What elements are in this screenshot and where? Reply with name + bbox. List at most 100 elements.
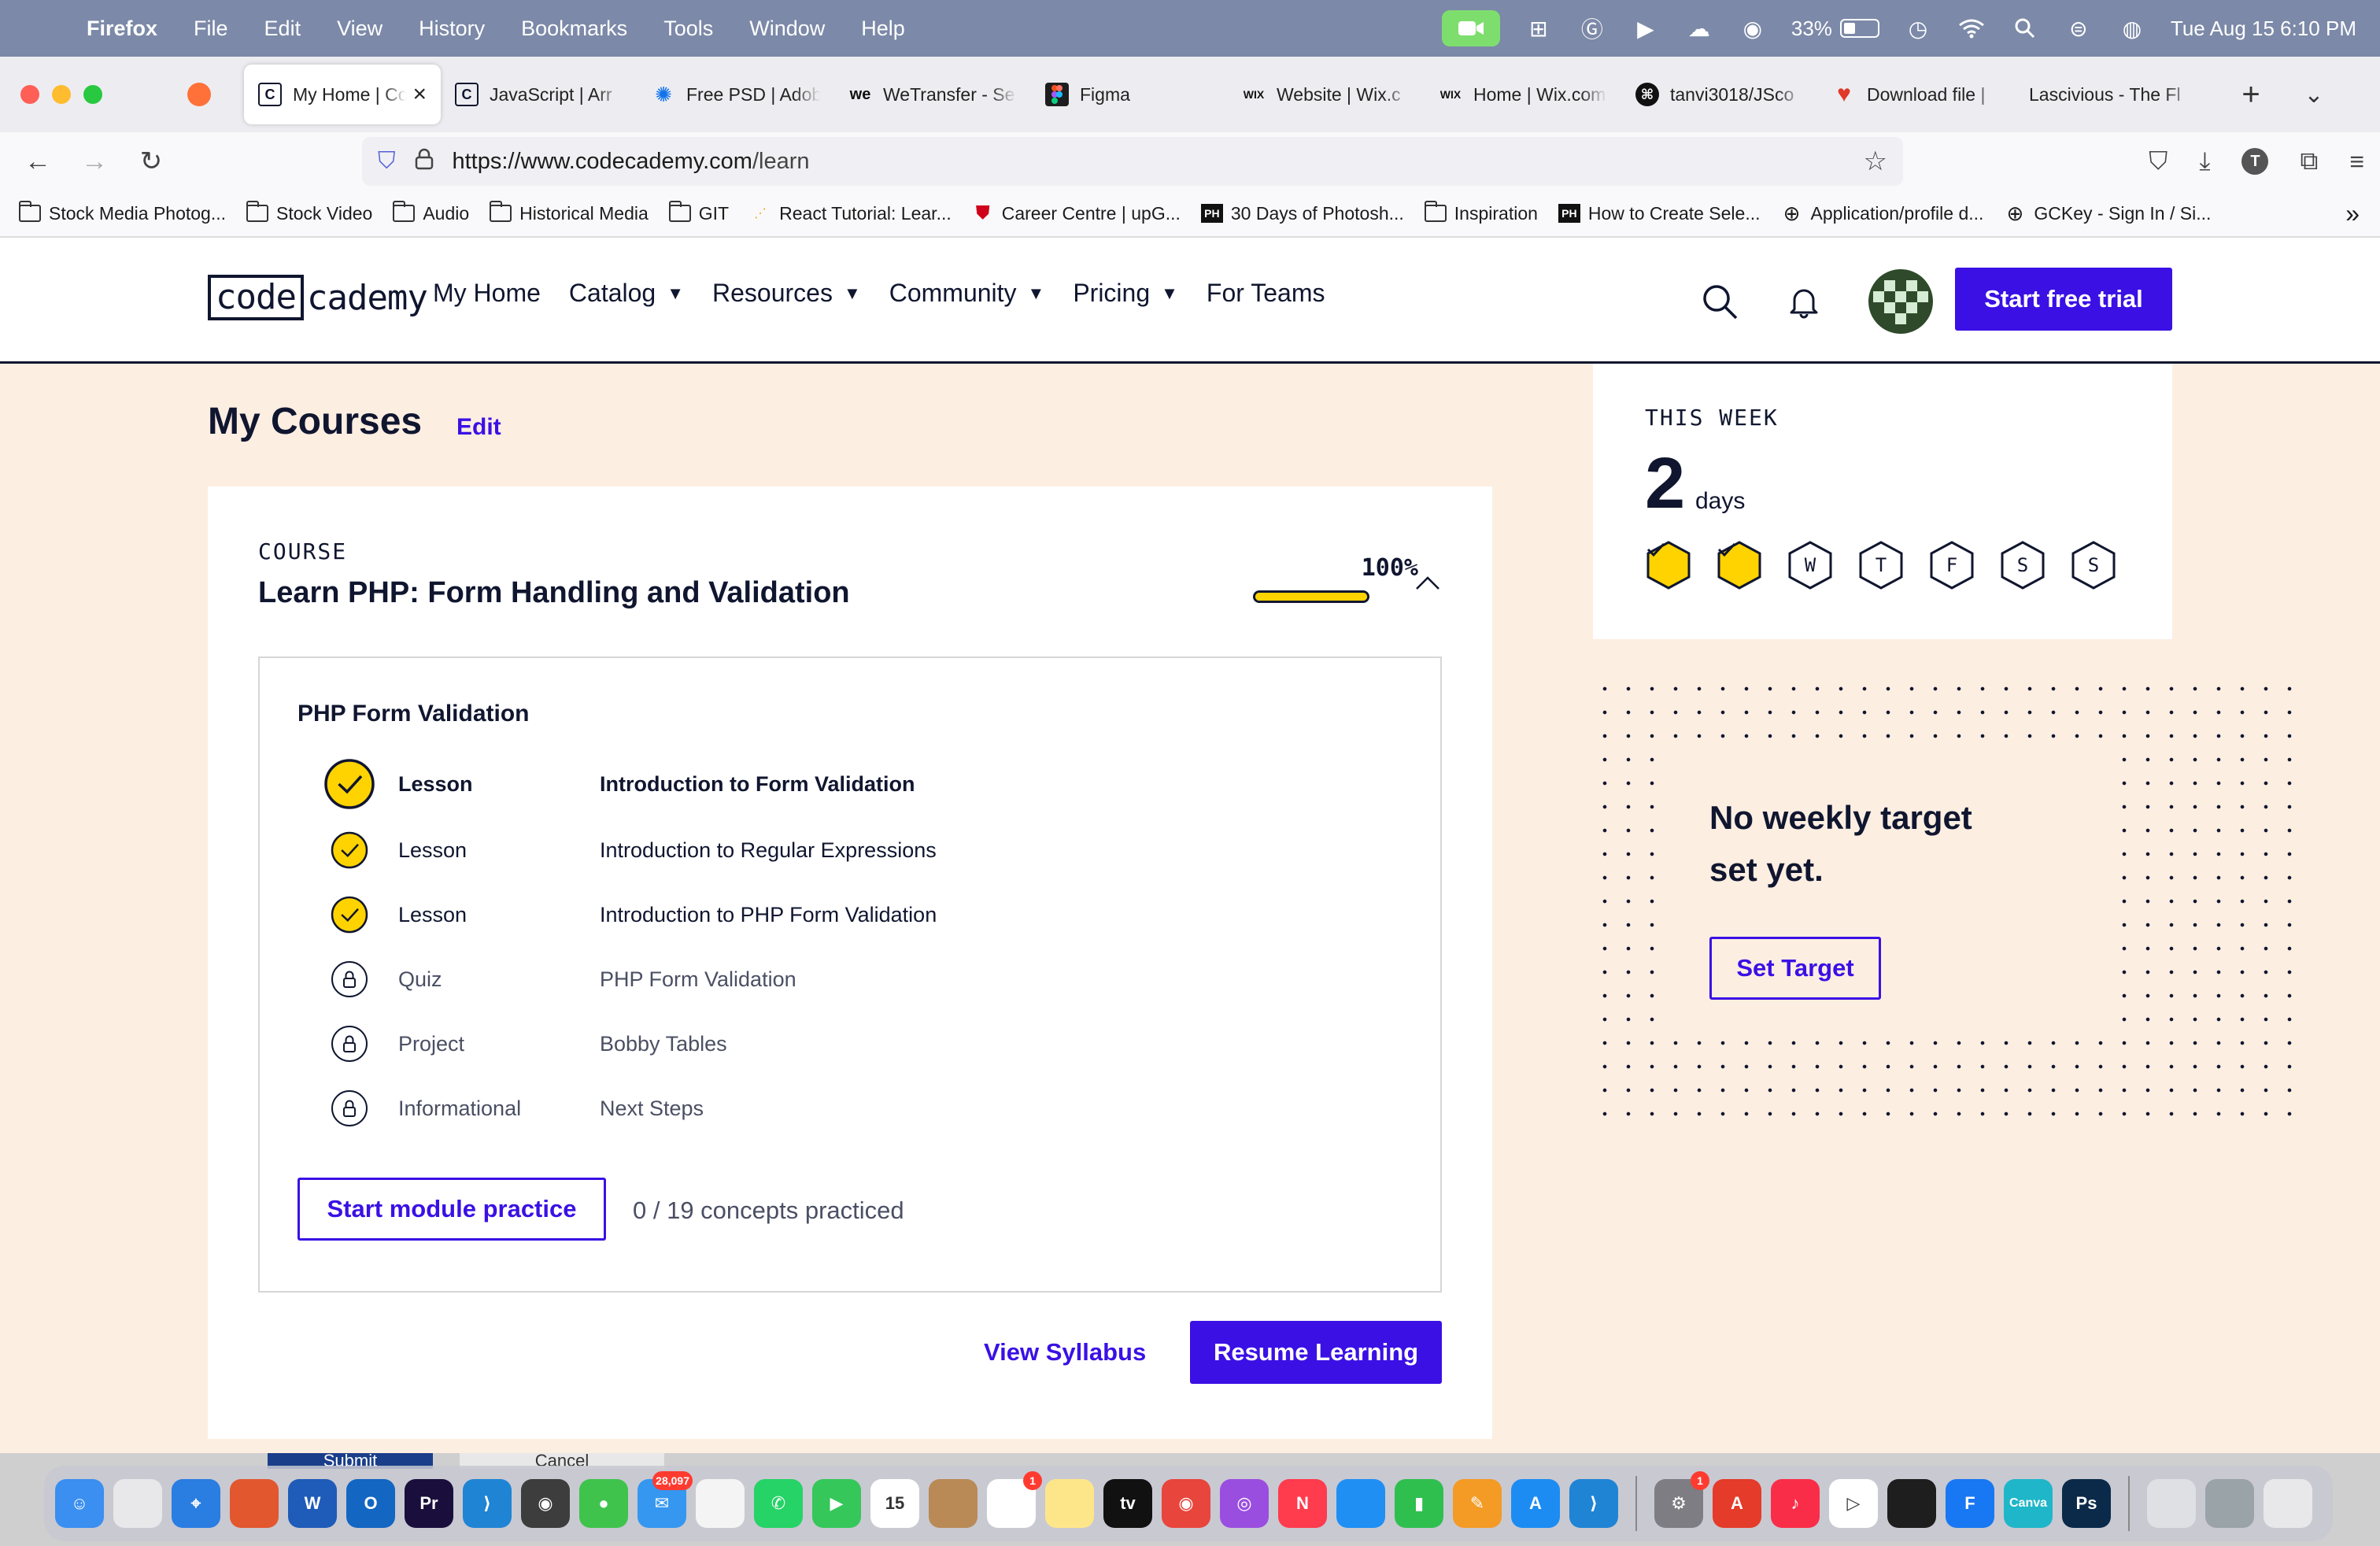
news-icon[interactable]: N: [1278, 1479, 1327, 1528]
tracking-shield-icon[interactable]: ⛉: [378, 148, 396, 175]
resume-learning-button[interactable]: Resume Learning: [1190, 1321, 1442, 1384]
codecademy-logo[interactable]: code cademy: [208, 274, 428, 321]
calendar-icon[interactable]: 15: [870, 1479, 919, 1528]
menu-history[interactable]: History: [419, 17, 485, 41]
bookmark-folder[interactable]: Audio: [393, 201, 469, 224]
notifications-bell-icon[interactable]: [1787, 284, 1821, 319]
tab-figma[interactable]: Figma: [1031, 65, 1228, 124]
bookmark-folder[interactable]: Stock Media Photog...: [19, 201, 226, 224]
tab-free-psd[interactable]: ✺ Free PSD | Adob: [638, 65, 834, 124]
bookmark-folder[interactable]: Stock Video: [246, 201, 372, 224]
extensions-icon[interactable]: ⧉: [2300, 146, 2318, 176]
bookmark-link[interactable]: ⊕ GCKey - Sign In / Si...: [2004, 202, 2212, 225]
account-avatar[interactable]: T: [2241, 148, 2269, 175]
premiere-icon[interactable]: Pr: [405, 1479, 453, 1528]
siri-icon[interactable]: ◍: [2117, 13, 2147, 43]
wifi-icon[interactable]: [1957, 13, 1986, 43]
nav-catalog[interactable]: Catalog ▼: [569, 279, 684, 308]
launchpad-icon[interactable]: [113, 1479, 162, 1528]
system-settings-icon[interactable]: ⚙ 1: [1654, 1471, 1709, 1528]
menu-window[interactable]: Window: [749, 17, 825, 41]
tab-wix-website[interactable]: WIX Website | Wix.c: [1228, 65, 1425, 124]
keynote-icon[interactable]: [1336, 1479, 1385, 1528]
bookmark-link[interactable]: PH How to Create Sele...: [1558, 203, 1761, 224]
tab-download-file[interactable]: ♥ Download file |: [1818, 65, 2015, 124]
downloads-stack-icon[interactable]: [2147, 1479, 2196, 1528]
lesson-row[interactable]: Lesson Introduction to Form Validation: [324, 759, 1347, 809]
bookmarks-overflow-icon[interactable]: »: [2345, 199, 2360, 228]
control-center-icon[interactable]: ⊜: [2064, 13, 2094, 43]
new-tab-icon[interactable]: +: [2227, 77, 2275, 113]
edit-courses-link[interactable]: Edit: [456, 414, 501, 441]
facetime-status-icon[interactable]: [1441, 10, 1500, 46]
lesson-row[interactable]: Lesson Introduction to Regular Expression…: [324, 827, 1347, 874]
figma-icon[interactable]: [1887, 1479, 1936, 1528]
firefox-icon[interactable]: [230, 1479, 279, 1528]
course-title[interactable]: Learn PHP: Form Handling and Validation: [258, 576, 850, 610]
lock-icon[interactable]: [415, 148, 434, 176]
tab-github[interactable]: ⌘ tanvi3018/JSco: [1621, 65, 1818, 124]
icloud-icon[interactable]: ☁: [1684, 13, 1714, 43]
tab-pinned-firefox[interactable]: [173, 65, 244, 124]
chevron-up-icon[interactable]: [1412, 567, 1443, 598]
minimize-window-button[interactable]: [52, 85, 71, 104]
bookmark-star-icon[interactable]: ☆: [1864, 146, 1887, 177]
bookmark-link[interactable]: PH 30 Days of Photosh...: [1200, 203, 1404, 224]
tab-wetransfer[interactable]: we WeTransfer - Se: [834, 65, 1031, 124]
search-icon[interactable]: [1700, 282, 1739, 321]
start-free-trial-button[interactable]: Start free trial: [1955, 268, 2172, 331]
nav-resources[interactable]: Resources ▼: [712, 279, 861, 308]
contacts-icon[interactable]: [929, 1479, 978, 1528]
nav-my-home[interactable]: My Home: [433, 279, 541, 308]
start-module-practice-button[interactable]: Start module practice: [298, 1178, 606, 1241]
menu-file[interactable]: File: [194, 17, 228, 41]
downloads-icon[interactable]: ⤓: [2199, 146, 2210, 176]
view-syllabus-link[interactable]: View Syllabus: [984, 1338, 1146, 1367]
photos-icon[interactable]: [696, 1479, 745, 1528]
whatsapp-icon[interactable]: ✆: [754, 1479, 803, 1528]
vpn-icon[interactable]: ◉: [1738, 13, 1768, 43]
bookmark-link[interactable]: ⛊ Career Centre | upG...: [972, 202, 1181, 224]
photoshop-icon[interactable]: Ps: [2062, 1479, 2111, 1528]
reminders-icon[interactable]: 1: [987, 1471, 1042, 1528]
menu-edit[interactable]: Edit: [264, 17, 301, 41]
screen-record-icon[interactable]: ▶: [1631, 13, 1661, 43]
menu-view[interactable]: View: [337, 17, 382, 41]
tab-lascivious[interactable]: Lascivious - The Fl: [2015, 65, 2212, 124]
nav-community[interactable]: Community ▼: [889, 279, 1045, 308]
zoom-window-button[interactable]: [83, 85, 102, 104]
screenshot-icon[interactable]: ◉: [521, 1479, 570, 1528]
lesson-row[interactable]: Project Bobby Tables: [324, 1020, 1347, 1067]
safari-icon[interactable]: ⌖: [172, 1479, 220, 1528]
finder-icon[interactable]: ☺: [55, 1479, 104, 1528]
infuse-icon[interactable]: ▷: [1829, 1479, 1878, 1528]
close-tab-icon[interactable]: ×: [412, 81, 427, 108]
lesson-row[interactable]: Informational Next Steps: [324, 1085, 1347, 1132]
acrobat-icon[interactable]: A: [1713, 1479, 1761, 1528]
vscode-icon[interactable]: ⟩: [463, 1479, 512, 1528]
appletv-icon[interactable]: tv: [1103, 1479, 1152, 1528]
address-bar[interactable]: ⛉ https://www.codecademy.com /learn ☆: [362, 137, 1903, 186]
trash-icon[interactable]: [2264, 1479, 2312, 1528]
pocket-icon[interactable]: ⛉: [2149, 146, 2168, 176]
tab-my-home[interactable]: C My Home | Codecademy ×: [244, 65, 441, 124]
grammar-g-icon[interactable]: Ⓖ: [1577, 13, 1607, 43]
music-icon[interactable]: ♪: [1771, 1479, 1820, 1528]
forward-arrow-icon[interactable]: →: [66, 146, 123, 177]
lesson-row[interactable]: Lesson Introduction to PHP Form Validatio…: [324, 891, 1347, 938]
menu-tools[interactable]: Tools: [663, 17, 713, 41]
outlook-icon[interactable]: O: [346, 1479, 395, 1528]
numbers-icon[interactable]: ▮: [1395, 1479, 1443, 1528]
tab-javascript[interactable]: C JavaScript | Arr: [441, 65, 638, 124]
battery-indicator[interactable]: 33%: [1791, 17, 1879, 41]
menu-bookmarks[interactable]: Bookmarks: [521, 17, 627, 41]
menu-app-name[interactable]: Firefox: [87, 17, 157, 41]
appstore-icon[interactable]: A: [1511, 1479, 1560, 1528]
spotlight-search-icon[interactable]: [2010, 13, 2040, 43]
podcasts-icon[interactable]: ◎: [1220, 1479, 1269, 1528]
vscode2-icon[interactable]: ⟩: [1569, 1479, 1618, 1528]
hamburger-menu-icon[interactable]: ≡: [2349, 147, 2364, 176]
reload-icon[interactable]: ↻: [123, 146, 179, 177]
list-tabs-icon[interactable]: ⌄: [2290, 81, 2338, 109]
nav-for-teams[interactable]: For Teams: [1207, 279, 1325, 308]
